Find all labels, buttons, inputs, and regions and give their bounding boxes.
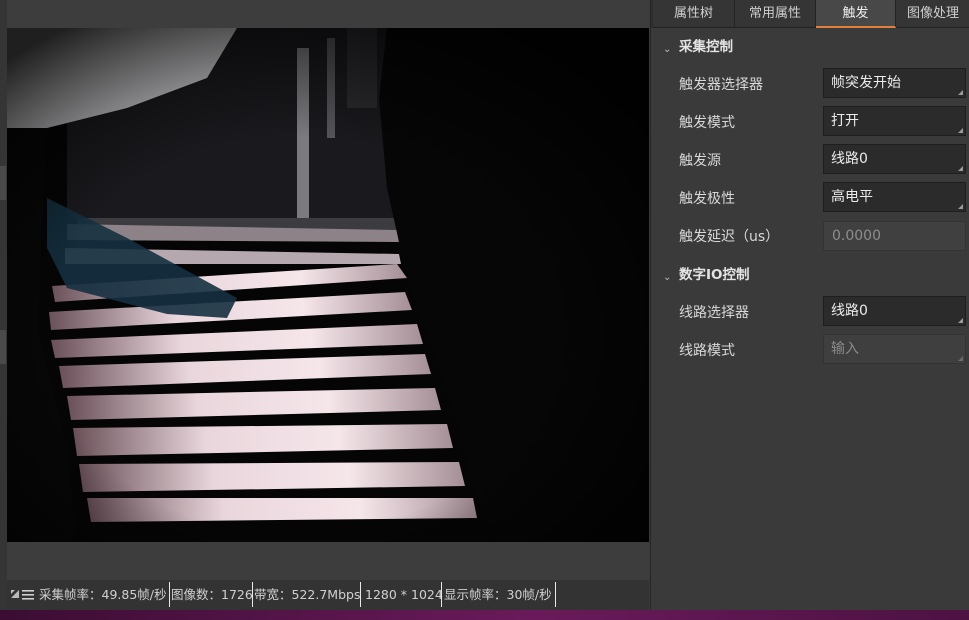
menu-icon[interactable] [22,589,34,600]
dropdown-corner-icon [958,90,963,95]
dropdown-value: 线路0 [831,303,868,319]
status-separator [169,582,170,607]
dropdown-corner-icon [958,128,963,133]
status-bandwidth: 带宽：522.7Mbps [254,587,361,602]
line-selector-dropdown[interactable]: 线路0 [823,296,966,326]
image-toolbar-area [7,0,649,28]
label-line-selector: 线路选择器 [679,305,749,321]
panel-tab-bar: 属性树 常用属性 触发 图像处理 [651,0,969,28]
status-bar: 采集帧率：49.85帧/秒 图像数：1726 带宽：522.7Mbps 1280… [7,580,649,610]
tab-image-processing[interactable]: 图像处理 [896,0,969,28]
section-title: 采集控制 [679,39,733,55]
status-separator [441,582,442,607]
trigger-activation-dropdown[interactable]: 高电平 [823,182,966,212]
desktop-background-strip [0,610,969,620]
label-trigger-mode: 触发模式 [679,115,735,131]
section-title: 数字IO控制 [679,267,750,283]
image-pane-background [7,542,649,580]
dock-handle[interactable] [0,330,6,364]
label-trigger-activation: 触发极性 [679,191,735,207]
status-frame-rate: 采集帧率：49.85帧/秒 [39,587,167,602]
image-pane: 采集帧率：49.85帧/秒 图像数：1726 带宽：522.7Mbps 1280… [0,0,649,610]
tab-common-properties[interactable]: 常用属性 [735,0,816,28]
trigger-source-dropdown[interactable]: 线路0 [823,144,966,174]
status-separator [252,582,253,607]
dropdown-value: 帧突发开始 [831,75,901,91]
line-mode-dropdown: 输入 [823,334,966,364]
dropdown-corner-icon [958,318,963,323]
label-trigger-source: 触发源 [679,153,721,169]
status-separator [555,582,556,607]
dropdown-value: 打开 [831,113,859,129]
label-line-mode: 线路模式 [679,343,735,359]
trigger-mode-dropdown[interactable]: 打开 [823,106,966,136]
tab-property-tree[interactable]: 属性树 [653,0,735,28]
status-separator [360,582,361,607]
trigger-selector-dropdown[interactable]: 帧突发开始 [823,68,966,98]
camera-preview[interactable] [7,28,649,542]
trigger-delay-input[interactable]: 0.0000 [823,221,966,251]
dropdown-value: 高电平 [831,189,873,205]
chevron-down-icon: ⌄ [663,272,672,283]
dropdown-corner-icon [958,204,963,209]
label-trigger-delay: 触发延迟（us） [679,229,780,245]
tab-trigger[interactable]: 触发 [816,0,896,28]
dropdown-corner-icon [958,166,963,171]
chevron-down-icon: ⌄ [663,44,672,55]
status-resolution: 1280 * 1024 [365,587,443,602]
dropdown-corner-icon [958,356,963,361]
dropdown-value: 输入 [831,341,859,357]
status-image-count: 图像数：1726 [171,587,253,602]
label-trigger-selector: 触发器选择器 [679,77,763,93]
section-digital-io-control[interactable]: ⌄ 数字IO控制 [651,264,969,286]
section-acquisition-control[interactable]: ⌄ 采集控制 [651,36,969,58]
dropdown-value: 线路0 [831,151,868,167]
dock-handle[interactable] [0,166,6,200]
resize-icon[interactable] [11,590,19,598]
property-panel: 属性树 常用属性 触发 图像处理 ⌄ 采集控制 触发器选择器 帧突发开始 触发模… [650,0,969,610]
status-display-rate: 显示帧率：30帧/秒 [444,587,552,602]
